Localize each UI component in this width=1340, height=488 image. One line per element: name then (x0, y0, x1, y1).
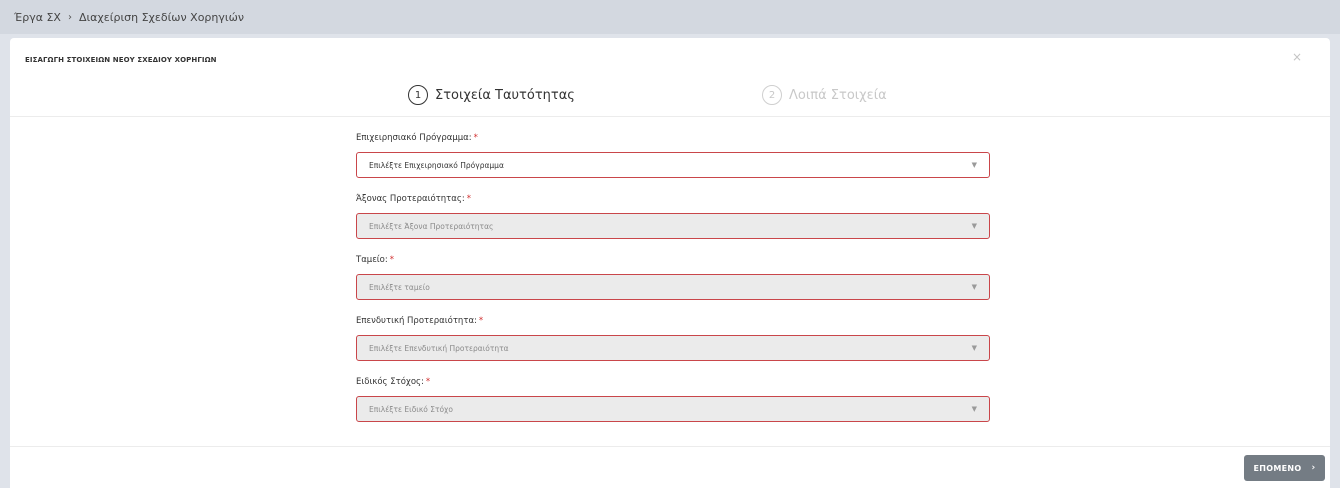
select-placeholder: Επιλέξτε Ειδικό Στόχο (369, 404, 453, 414)
select-placeholder: Επιλέξτε Επενδυτική Προτεραιότητα (369, 343, 509, 353)
chevron-down-icon: ▼ (971, 283, 977, 291)
chevron-down-icon: ▼ (971, 405, 977, 413)
chevron-down-icon: ▼ (971, 161, 977, 169)
breadcrumb-current: Διαχείριση Σχεδίων Χορηγιών (78, 10, 244, 24)
step-other-details[interactable]: 2 Λοιπά Στοιχεία (762, 85, 887, 105)
chevron-down-icon: ▼ (971, 344, 977, 352)
fund-select[interactable]: Επιλέξτε ταμείο ▼ (356, 274, 990, 300)
operational-program-label: Επιχειρησιακό Πρόγραμμα: * (356, 133, 478, 143)
chevron-right-icon: › (1311, 463, 1316, 473)
priority-axis-select[interactable]: Επιλέξτε Άξονα Προτεραιότητας ▼ (356, 213, 990, 239)
specific-objective-select[interactable]: Επιλέξτε Ειδικό Στόχο ▼ (356, 396, 990, 422)
required-marker: * (478, 316, 484, 326)
chevron-down-icon: ▼ (971, 222, 977, 230)
step-identity[interactable]: 1 Στοιχεία Ταυτότητας (408, 85, 575, 105)
close-icon[interactable]: × (1292, 50, 1302, 64)
next-button-label: ΕΠΟΜΕΝΟ (1253, 463, 1302, 473)
select-placeholder: Επιλέξτε ταμείο (369, 282, 430, 292)
priority-axis-label: Άξονας Προτεραιότητας: * (356, 194, 471, 204)
new-plan-modal: ΕΙΣΑΓΩΓΗ ΣΤΟΙΧΕΙΩΝ ΝΕΟΥ ΣΧΕΔΙΟΥ ΧΟΡΗΓΙΩΝ… (10, 38, 1330, 488)
breadcrumb-separator-icon: › (67, 11, 72, 23)
breadcrumb-root[interactable]: Έργα ΣΧ (14, 11, 61, 24)
modal-title: ΕΙΣΑΓΩΓΗ ΣΤΟΙΧΕΙΩΝ ΝΕΟΥ ΣΧΕΔΙΟΥ ΧΟΡΗΓΙΩΝ (25, 56, 217, 64)
header-divider (10, 116, 1330, 117)
footer-divider (10, 446, 1330, 447)
select-placeholder: Επιλέξτε Επιχειρησιακό Πρόγραμμα (369, 160, 504, 170)
step-number-badge: 2 (762, 85, 782, 105)
required-marker: * (389, 255, 394, 265)
required-marker: * (425, 377, 431, 387)
investment-priority-select[interactable]: Επιλέξτε Επενδυτική Προτεραιότητα ▼ (356, 335, 990, 361)
fund-label: Ταμείο: * (356, 255, 394, 265)
step-number-badge: 1 (408, 85, 428, 105)
next-button[interactable]: ΕΠΟΜΕΝΟ › (1244, 455, 1325, 481)
step-label: Στοιχεία Ταυτότητας (435, 87, 575, 103)
select-placeholder: Επιλέξτε Άξονα Προτεραιότητας (369, 221, 494, 231)
required-marker: * (473, 133, 478, 143)
specific-objective-label: Ειδικός Στόχος: * (356, 377, 431, 387)
operational-program-select[interactable]: Επιλέξτε Επιχειρησιακό Πρόγραμμα ▼ (356, 152, 990, 178)
breadcrumb: Έργα ΣΧ › Διαχείριση Σχεδίων Χορηγιών (0, 0, 1340, 34)
step-label: Λοιπά Στοιχεία (789, 87, 887, 103)
investment-priority-label: Επενδυτική Προτεραιότητα: * (356, 316, 484, 326)
required-marker: * (466, 194, 471, 204)
